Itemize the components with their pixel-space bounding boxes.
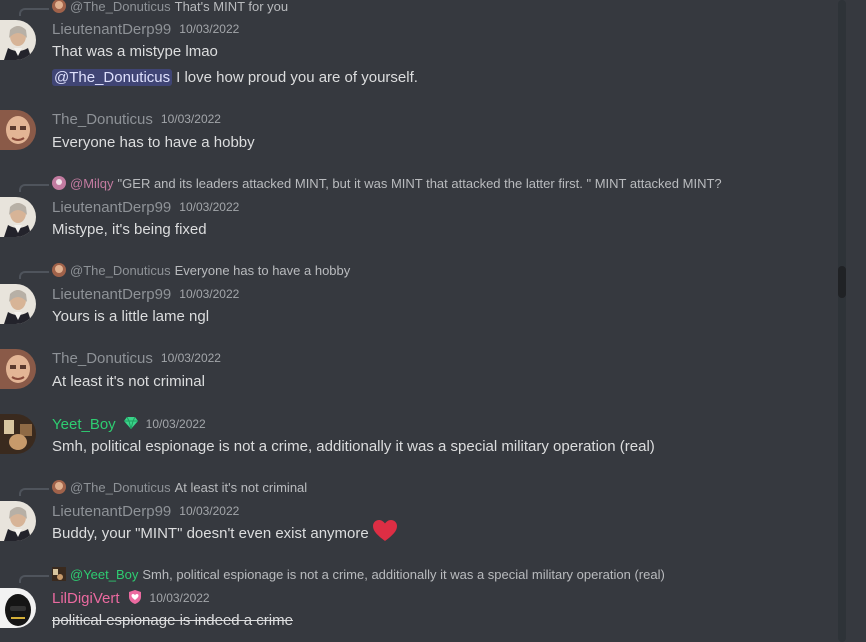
message-text: Buddy, your "MINT" doesn't even exist an… xyxy=(52,524,369,542)
username[interactable]: The_Donuticus xyxy=(52,111,153,128)
scrollbar-track[interactable] xyxy=(838,0,846,642)
reply-reference[interactable]: @Yeet_Boy Smh, political espionage is no… xyxy=(52,565,665,583)
message-content: @The_Donuticus I love how proud you are … xyxy=(52,66,418,88)
reply-reference[interactable]: @The_Donuticus Everyone has to have a ho… xyxy=(52,261,350,279)
message-content: Yours is a little lame ngl xyxy=(52,307,210,325)
message-header: LieutenantDerp99 10/03/2022 xyxy=(52,197,239,217)
message-header: LilDigiVert 10/03/2022 xyxy=(52,588,210,608)
message-content: Buddy, your "MINT" doesn't even exist an… xyxy=(52,520,397,546)
hamilton-avatar-icon[interactable] xyxy=(0,20,36,60)
donuticus-avatar-icon xyxy=(52,0,66,13)
reply-spine xyxy=(19,184,49,192)
heart-emoji-icon[interactable] xyxy=(372,520,397,546)
timestamp: 10/03/2022 xyxy=(145,417,206,431)
chat-message-list: @The_Donuticus That's MINT for you Lieut… xyxy=(0,0,836,642)
message-text: I love how proud you are of yourself. xyxy=(176,68,418,86)
gem-icon xyxy=(123,416,138,432)
yeetboy-avatar-icon xyxy=(52,567,66,581)
donuticus-avatar-icon[interactable] xyxy=(0,349,36,389)
message-header: The_Donuticus 10/03/2022 xyxy=(52,348,221,368)
message-content: political espionage is indeed a crime xyxy=(52,611,293,629)
message-header: LieutenantDerp99 10/03/2022 xyxy=(52,19,239,39)
reply-username[interactable]: @The_Donuticus xyxy=(70,0,171,14)
reply-spine xyxy=(19,8,49,16)
message-content: At least it's not criminal xyxy=(52,372,205,390)
reply-spine xyxy=(19,488,49,496)
username[interactable]: The_Donuticus xyxy=(52,350,153,367)
reply-text: Everyone has to have a hobby xyxy=(174,262,351,278)
username[interactable]: LieutenantDerp99 xyxy=(52,286,171,303)
reply-username[interactable]: @The_Donuticus xyxy=(70,480,171,495)
reply-username[interactable]: @Yeet_Boy xyxy=(70,567,138,582)
hamilton-avatar-icon[interactable] xyxy=(0,197,36,237)
yeetboy-avatar-icon[interactable] xyxy=(0,414,36,454)
username[interactable]: Yeet_Boy xyxy=(52,416,116,433)
message-content: Mistype, it's being fixed xyxy=(52,220,207,238)
reply-username[interactable]: @Milqy xyxy=(70,176,114,191)
reply-spine xyxy=(19,575,49,583)
timestamp: 10/03/2022 xyxy=(179,200,240,214)
donuticus-avatar-icon xyxy=(52,263,66,277)
reply-text: At least it's not criminal xyxy=(174,479,308,495)
username[interactable]: LieutenantDerp99 xyxy=(52,21,171,38)
reply-username[interactable]: @The_Donuticus xyxy=(70,263,171,278)
message-header: The_Donuticus 10/03/2022 xyxy=(52,109,221,129)
username[interactable]: LilDigiVert xyxy=(52,590,120,607)
hamilton-avatar-icon[interactable] xyxy=(0,501,36,541)
user-mention[interactable]: @The_Donuticus xyxy=(52,68,173,86)
timestamp: 10/03/2022 xyxy=(179,287,240,301)
username[interactable]: LieutenantDerp99 xyxy=(52,503,171,520)
milqy-avatar-icon xyxy=(52,176,66,190)
timestamp: 10/03/2022 xyxy=(160,112,221,126)
reply-text: Smh, political espionage is not a crime,… xyxy=(142,566,665,582)
message-header: Yeet_Boy 10/03/2022 xyxy=(52,414,206,434)
username[interactable]: LieutenantDerp99 xyxy=(52,199,171,216)
donuticus-avatar-icon xyxy=(52,480,66,494)
timestamp: 10/03/2022 xyxy=(179,22,240,36)
timestamp: 10/03/2022 xyxy=(160,351,221,365)
reply-text: That's MINT for you xyxy=(174,0,289,14)
message-content: Everyone has to have a hobby xyxy=(52,133,255,151)
message-content: Smh, political espionage is not a crime,… xyxy=(52,437,655,455)
reply-reference[interactable]: @The_Donuticus That's MINT for you xyxy=(52,0,288,15)
lildigivert-avatar-icon[interactable] xyxy=(0,588,36,628)
reply-text: "GER and its leaders attacked MINT, but … xyxy=(117,175,722,191)
timestamp: 10/03/2022 xyxy=(179,504,240,518)
message-header: LieutenantDerp99 10/03/2022 xyxy=(52,501,239,521)
scrollbar-thumb[interactable] xyxy=(838,266,846,298)
timestamp: 10/03/2022 xyxy=(149,591,210,605)
message-header: LieutenantDerp99 10/03/2022 xyxy=(52,284,239,304)
reply-reference[interactable]: @Milqy "GER and its leaders attacked MIN… xyxy=(52,174,722,192)
donuticus-avatar-icon[interactable] xyxy=(0,110,36,150)
reply-spine xyxy=(19,271,49,279)
hamilton-avatar-icon[interactable] xyxy=(0,284,36,324)
message-content: That was a mistype lmao xyxy=(52,42,218,60)
shield-heart-icon xyxy=(128,589,142,607)
reply-reference[interactable]: @The_Donuticus At least it's not crimina… xyxy=(52,478,307,496)
